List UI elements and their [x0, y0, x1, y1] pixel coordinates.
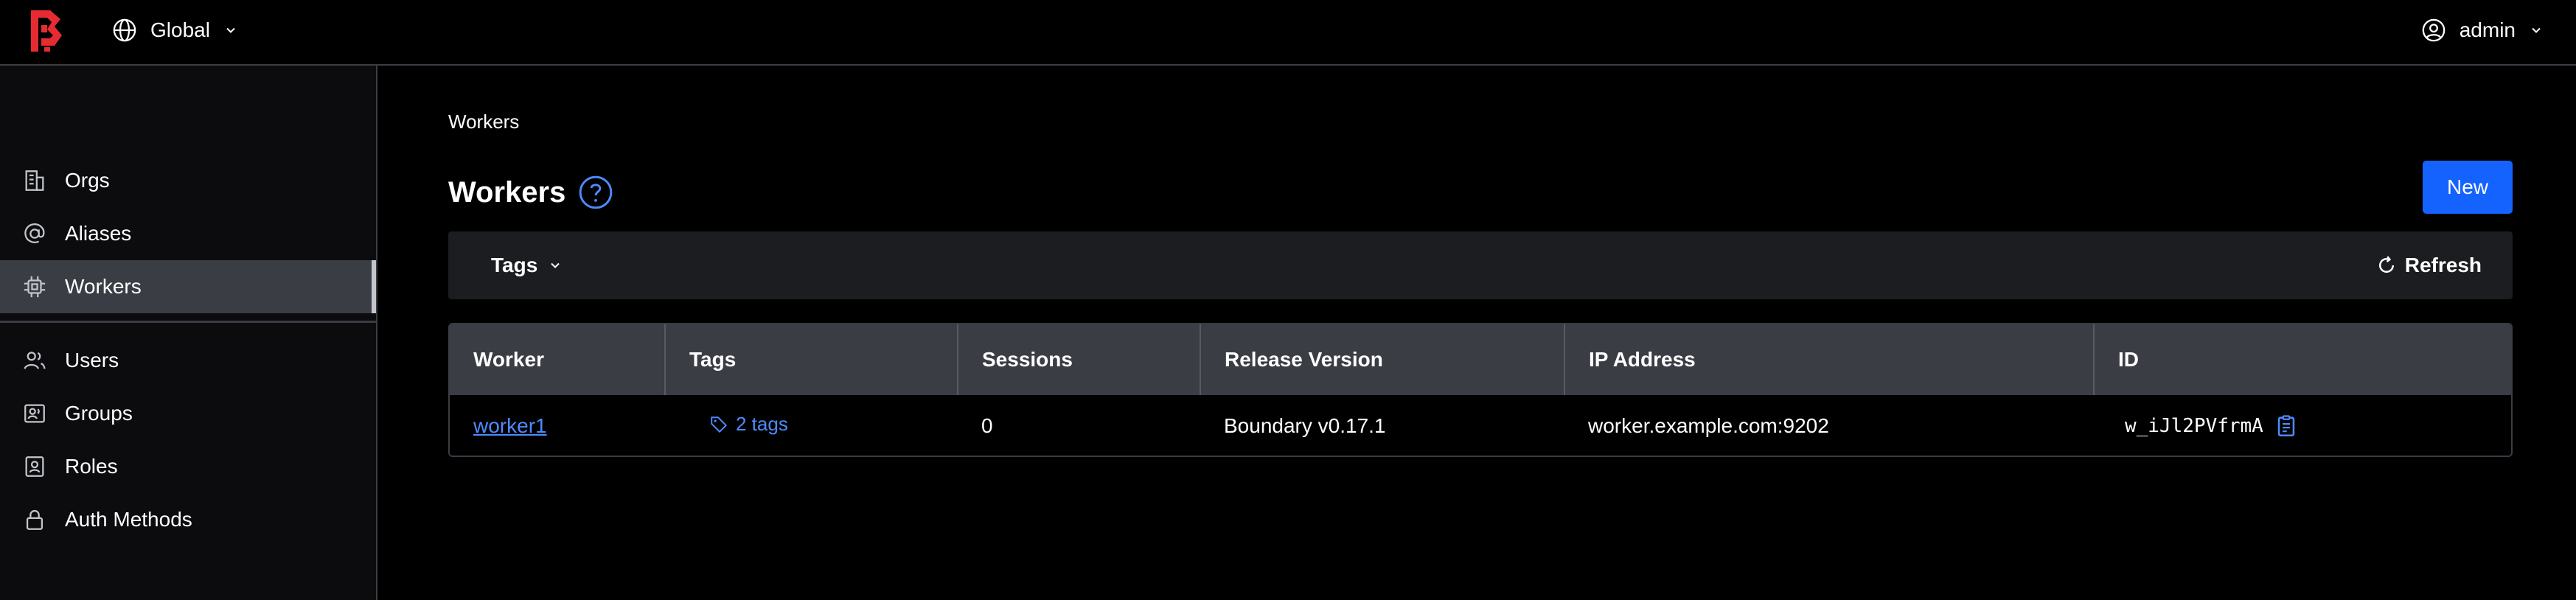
breadcrumb[interactable]: Workers	[448, 111, 519, 133]
column-header-sessions: Sessions	[958, 324, 1201, 395]
cell-tags: 2 tags	[665, 395, 958, 456]
workers-table: Worker Tags Sessions Release Version IP …	[448, 323, 2513, 457]
top-bar: Global admin	[0, 0, 2576, 66]
cell-worker: worker1	[450, 395, 665, 456]
at-sign-icon	[24, 223, 45, 243]
page-title: Workers	[448, 174, 614, 211]
id-card-icon	[25, 456, 44, 477]
user-label: admin	[2459, 18, 2516, 41]
sidebar-item-users[interactable]: Users	[0, 334, 376, 387]
cell-ip-address: worker.example.com:9202	[1588, 414, 1829, 437]
groups-icon	[24, 404, 45, 423]
sidebar-item-auth-methods[interactable]: Auth Methods	[0, 493, 376, 546]
sidebar-item-workers[interactable]: Workers	[0, 260, 376, 313]
sidebar-item-label: Groups	[65, 402, 133, 425]
column-header-release-version: Release Version	[1200, 324, 1565, 395]
sidebar-item-label: Users	[65, 349, 119, 371]
refresh-label: Refresh	[2404, 254, 2482, 276]
chevron-down-icon	[551, 262, 560, 268]
sidebar-item-label: Roles	[65, 455, 118, 478]
cell-sessions: 0	[981, 414, 993, 437]
lock-icon	[26, 509, 43, 530]
sidebar-item-label: Orgs	[65, 169, 110, 192]
worker-link[interactable]: worker1	[473, 414, 547, 437]
filter-bar: Tags Refresh	[448, 231, 2513, 299]
chevron-down-icon	[2532, 27, 2541, 33]
sidebar-item-roles[interactable]: Roles	[0, 440, 376, 493]
sidebar-item-label: Aliases	[65, 222, 132, 245]
refresh-button[interactable]: Refresh	[2375, 249, 2482, 282]
scope-picker[interactable]: Global	[112, 15, 238, 46]
cpu-icon	[24, 276, 46, 298]
users-icon	[24, 352, 46, 369]
tags-filter-label: Tags	[491, 254, 538, 276]
table-row: worker1 2 tags 0 Boundary v0.17.1 worker…	[450, 395, 2511, 456]
page-title-text: Workers	[448, 175, 566, 209]
sidebar-item-orgs[interactable]: Orgs	[0, 154, 376, 207]
sidebar-group-iam: Users Groups Roles Auth Methods	[0, 334, 376, 546]
help-icon[interactable]	[577, 174, 614, 211]
column-header-worker: Worker	[450, 324, 666, 395]
scope-label: Global	[150, 18, 210, 41]
sidebar-item-label: Auth Methods	[65, 508, 192, 531]
table-header-row: Worker Tags Sessions Release Version IP …	[450, 324, 2511, 395]
globe-icon	[113, 18, 136, 42]
tag-icon	[711, 416, 727, 433]
sidebar-item-aliases[interactable]: Aliases	[0, 207, 376, 260]
sidebar: Orgs Aliases Workers Users Groups Roles …	[0, 66, 377, 600]
copy-icon[interactable]	[2274, 414, 2299, 439]
new-worker-button[interactable]: New	[2423, 161, 2513, 214]
tags-link[interactable]: 2 tags	[709, 413, 788, 436]
id-cell: w_iJl2PVfrmA	[2125, 414, 2299, 439]
boundary-logo-icon[interactable]	[28, 9, 65, 53]
sidebar-item-groups[interactable]: Groups	[0, 387, 376, 440]
sidebar-divider	[0, 321, 376, 323]
user-circle-icon	[2422, 18, 2446, 42]
sidebar-item-label: Workers	[65, 275, 142, 298]
user-menu[interactable]: admin	[2421, 15, 2544, 46]
column-header-ip-address: IP Address	[1564, 324, 2095, 395]
worker-id: w_iJl2PVfrmA	[2125, 415, 2263, 437]
column-header-id: ID	[2118, 348, 2139, 371]
refresh-icon	[2378, 256, 2394, 273]
building-icon	[25, 170, 44, 191]
sidebar-group-resources: Orgs Aliases Workers	[0, 154, 376, 313]
chevron-down-icon	[226, 27, 235, 33]
column-header-tags: Tags	[665, 324, 958, 395]
cell-release-version: Boundary v0.17.1	[1224, 414, 1386, 437]
cell-id: w_iJl2PVfrmA	[2094, 395, 2511, 456]
tags-count: 2 tags	[736, 413, 788, 436]
tags-filter-dropdown[interactable]: Tags	[491, 249, 563, 282]
